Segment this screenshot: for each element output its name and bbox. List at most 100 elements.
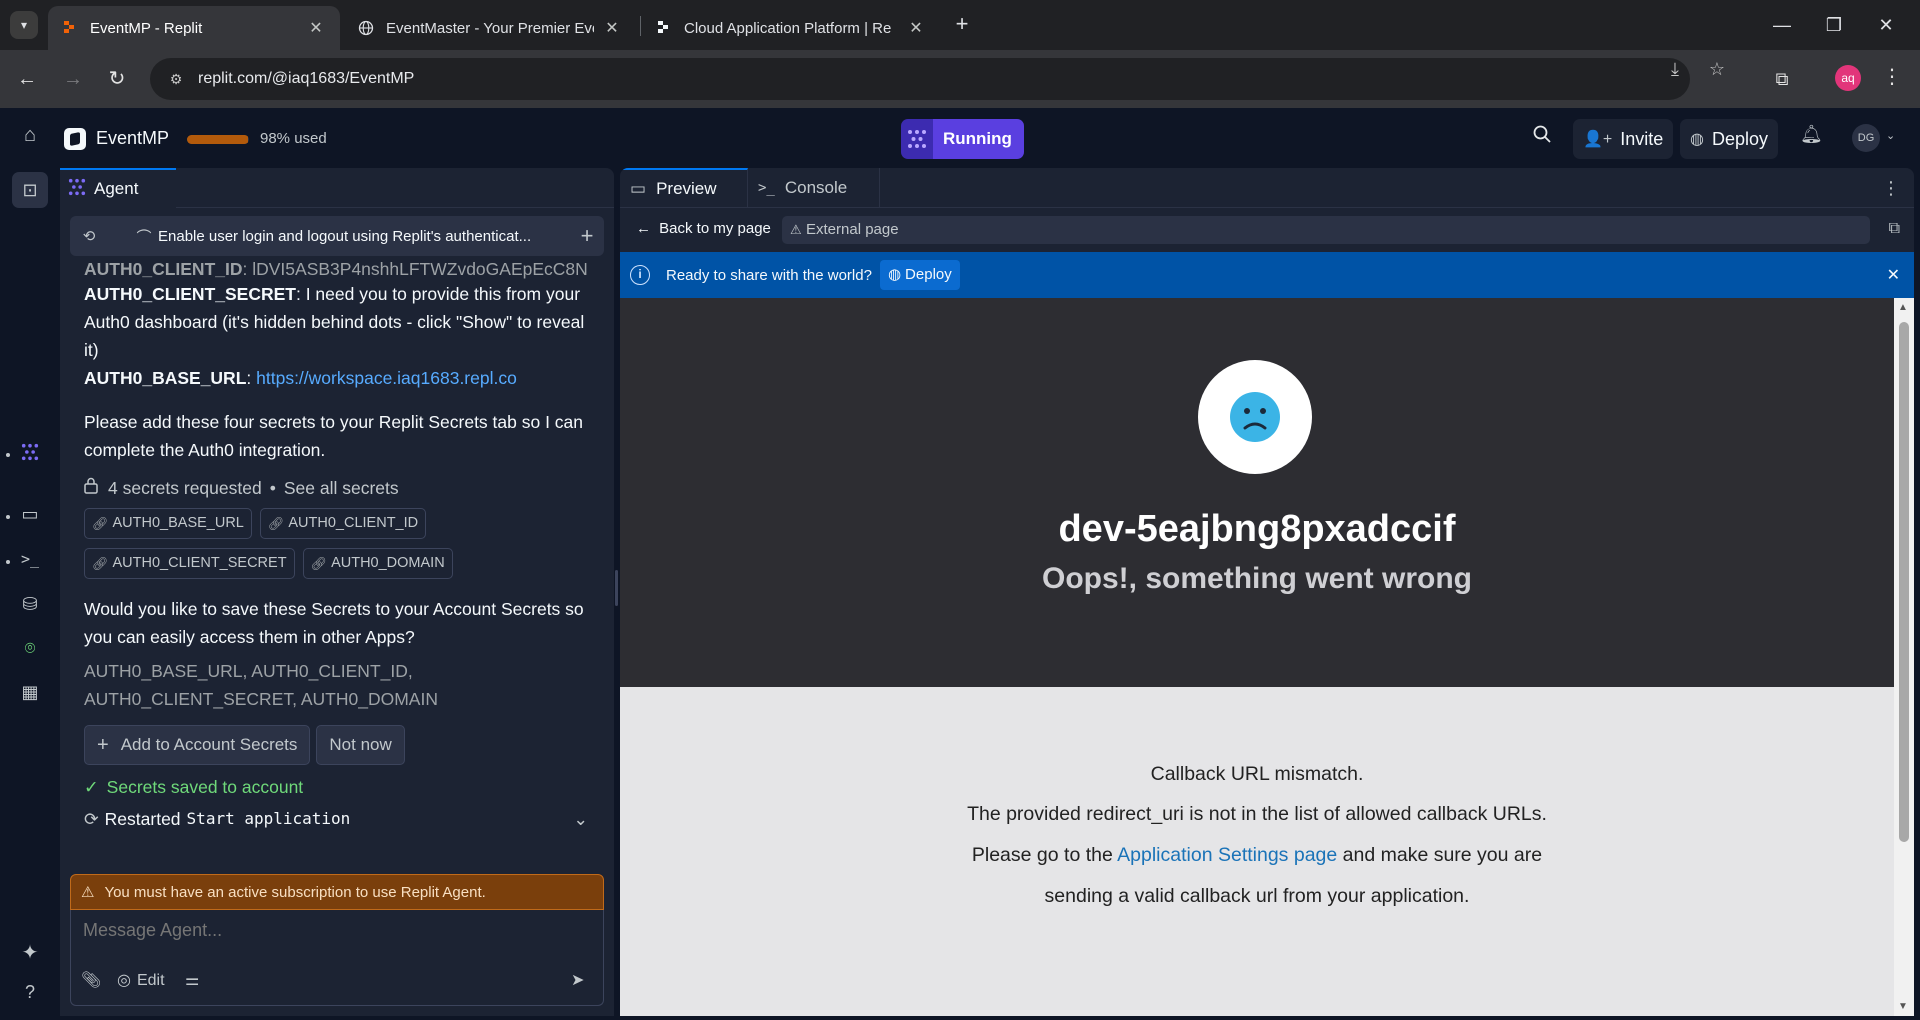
secret-chip[interactable]: 🔗︎ AUTH0_CLIENT_ID xyxy=(259,508,427,539)
browser-tab-cloud-platform[interactable]: Cloud Application Platform | Re ✕ xyxy=(642,6,940,50)
chip-label: AUTH0_CLIENT_ID xyxy=(288,515,419,531)
secret-chip[interactable]: 🔗︎ AUTH0_CLIENT_SECRET xyxy=(84,548,295,579)
tab-agent[interactable]: Agent xyxy=(60,168,176,208)
more-options-icon[interactable]: ⋮ xyxy=(1882,178,1900,199)
add-to-account-secrets-button[interactable]: + Add to Account Secrets xyxy=(84,725,311,765)
checkpoint-icon: ⌒ xyxy=(136,228,152,246)
minimize-window-icon[interactable]: — xyxy=(1762,12,1802,38)
chevron-down-icon[interactable]: ⌄ xyxy=(573,805,588,833)
external-page-url-bar[interactable]: ⚠ External page xyxy=(782,216,1870,244)
help-icon[interactable]: ? xyxy=(12,974,48,1010)
run-button[interactable]: Running xyxy=(901,119,1024,159)
history-icon[interactable]: ⟲ xyxy=(70,227,108,245)
active-indicator xyxy=(6,560,10,564)
scroll-thumb[interactable] xyxy=(1899,322,1909,842)
open-in-new-tab-icon[interactable]: ⧉ xyxy=(1889,220,1900,238)
not-now-button[interactable]: Not now xyxy=(316,725,405,765)
link-icon: 🔗︎ xyxy=(92,516,109,531)
active-indicator xyxy=(6,515,10,519)
add-user-icon: 👤+ xyxy=(1583,131,1613,148)
message-agent-input[interactable] xyxy=(83,920,583,941)
browser-menu-icon[interactable]: ⋮ xyxy=(1882,64,1902,89)
attach-paperclip-icon[interactable]: 📎︎ xyxy=(81,970,101,990)
reload-icon[interactable]: ↻ xyxy=(102,64,132,94)
browser-toolbar: ← → ↻ ⚙ replit.com/@iaq1683/EventMP ⤓ ☆ … xyxy=(0,50,1920,108)
invite-button[interactable]: 👤+ Invite xyxy=(1573,119,1674,159)
agent-dots-icon xyxy=(901,119,933,159)
deploy-button[interactable]: ◍ Deploy xyxy=(1680,119,1778,159)
back-label: Back to my page xyxy=(659,220,771,237)
tab-preview[interactable]: ▭ Preview xyxy=(620,168,748,208)
preview-scrollbar[interactable]: ▲ ▼ xyxy=(1894,298,1914,1016)
forward-icon[interactable]: → xyxy=(58,64,88,94)
usage-progress-bar[interactable] xyxy=(187,135,249,144)
active-indicator xyxy=(6,453,10,457)
browser-tab-eventmaster[interactable]: EventMaster - Your Premier Eve ✕ xyxy=(344,6,636,50)
add-secrets-message: Please add these four secrets to your Re… xyxy=(84,412,584,460)
settings-sliders-icon[interactable]: ⚌ xyxy=(185,970,199,990)
restarted-workflow-row[interactable]: ⟳ Restarted Start application ⌄ xyxy=(84,805,594,833)
text-fragment: Please go to the xyxy=(971,844,1113,866)
all-tools-grid-icon[interactable]: ▦ xyxy=(12,674,48,710)
error-line: The provided redirect_uri is not in the … xyxy=(967,803,1547,825)
new-thread-icon[interactable]: + xyxy=(570,223,604,249)
bookmark-star-icon[interactable]: ☆ xyxy=(1704,59,1730,80)
restore-window-icon[interactable]: ❐ xyxy=(1814,12,1854,38)
repl-name[interactable]: EventMP xyxy=(96,128,169,149)
sparkle-ai-icon[interactable]: ✦ xyxy=(12,934,48,970)
site-info-icon[interactable]: ⚙ xyxy=(158,71,194,88)
close-tab-icon[interactable]: ✕ xyxy=(602,18,622,38)
deployments-icon[interactable]: ⌾ xyxy=(12,630,48,666)
banner-deploy-button[interactable]: ◍ Deploy xyxy=(879,260,960,290)
plus-icon: + xyxy=(97,734,109,756)
agent-rail-icon[interactable] xyxy=(12,434,48,470)
thread-header[interactable]: ⟲ ⌒ Enable user login and logout using R… xyxy=(70,216,604,256)
close-tab-icon[interactable]: ✕ xyxy=(906,18,926,38)
close-banner-icon[interactable]: ✕ xyxy=(1887,265,1900,285)
home-icon[interactable]: ⌂ xyxy=(16,124,44,152)
secret-chip[interactable]: 🔗︎ AUTH0_BASE_URL xyxy=(84,508,252,539)
external-page-label: External page xyxy=(806,221,899,238)
install-app-icon[interactable]: ⤓ xyxy=(1662,59,1688,80)
scroll-up-icon[interactable]: ▲ xyxy=(1898,302,1908,313)
panel-resize-handle[interactable] xyxy=(615,570,618,606)
browser-tab-eventmp[interactable]: EventMP - Replit ✕ xyxy=(48,6,340,50)
back-icon[interactable]: ← xyxy=(12,64,42,94)
tab-console[interactable]: >_ Console xyxy=(748,168,880,208)
user-avatar[interactable]: DG xyxy=(1852,124,1880,152)
repl-logo-icon xyxy=(64,128,86,150)
target-icon: ◎ xyxy=(117,972,131,989)
database-icon[interactable]: ⛁ xyxy=(12,586,48,622)
new-tab-button[interactable]: + xyxy=(950,12,974,38)
secret-chip-row: 🔗︎ AUTH0_CLIENT_SECRET 🔗︎ AUTH0_DOMAIN xyxy=(84,548,594,579)
notifications-bell-icon[interactable]: 🔔︎ xyxy=(1800,124,1823,145)
secret-chip[interactable]: 🔗︎ AUTH0_DOMAIN xyxy=(302,548,453,579)
address-bar[interactable]: ⚙ replit.com/@iaq1683/EventMP xyxy=(150,58,1690,100)
edit-mode-button[interactable]: ◎ Edit xyxy=(117,970,165,990)
preview-tab-bar: ▭ Preview >_ Console ⋮ xyxy=(620,168,1914,208)
see-all-secrets-link[interactable]: See all secrets xyxy=(284,474,399,502)
console-icon[interactable]: >_ xyxy=(12,541,48,577)
url-text[interactable]: replit.com/@iaq1683/EventMP xyxy=(198,70,414,88)
base-url-link[interactable]: https://workspace.iaq1683.repl.co xyxy=(256,368,517,388)
secret-chip-row: 🔗︎ AUTH0_BASE_URL 🔗︎ AUTH0_CLIENT_ID xyxy=(84,508,594,539)
application-settings-link[interactable]: Application Settings page xyxy=(1117,844,1337,866)
button-label: Deploy xyxy=(905,266,952,283)
preview-panel: ▭ Preview >_ Console ⋮ ← Back to my page… xyxy=(620,168,1914,1016)
send-icon[interactable]: ➤ xyxy=(571,970,584,990)
file-tree-toggle-icon[interactable]: ⊡ xyxy=(12,172,48,208)
close-tab-icon[interactable]: ✕ xyxy=(306,18,326,38)
close-window-icon[interactable]: ✕ xyxy=(1866,12,1906,38)
preview-monitor-icon[interactable]: ▭ xyxy=(12,496,48,532)
profile-avatar[interactable]: aq xyxy=(1835,65,1861,91)
chevron-down-icon[interactable]: ⌄ xyxy=(1886,129,1895,142)
tab-search-button[interactable]: ▾ xyxy=(10,11,38,39)
scroll-down-icon[interactable]: ▼ xyxy=(1898,1001,1908,1012)
deploy-icon: ◍ xyxy=(1690,131,1704,148)
extensions-icon[interactable]: ⧉ xyxy=(1767,64,1797,94)
deploy-label: Deploy xyxy=(1711,128,1768,149)
globe-icon xyxy=(358,20,374,36)
back-to-my-page-button[interactable]: ← Back to my page xyxy=(636,220,771,237)
save-secrets-question: Would you like to save these Secrets to … xyxy=(84,599,584,647)
search-icon[interactable] xyxy=(1532,124,1552,150)
